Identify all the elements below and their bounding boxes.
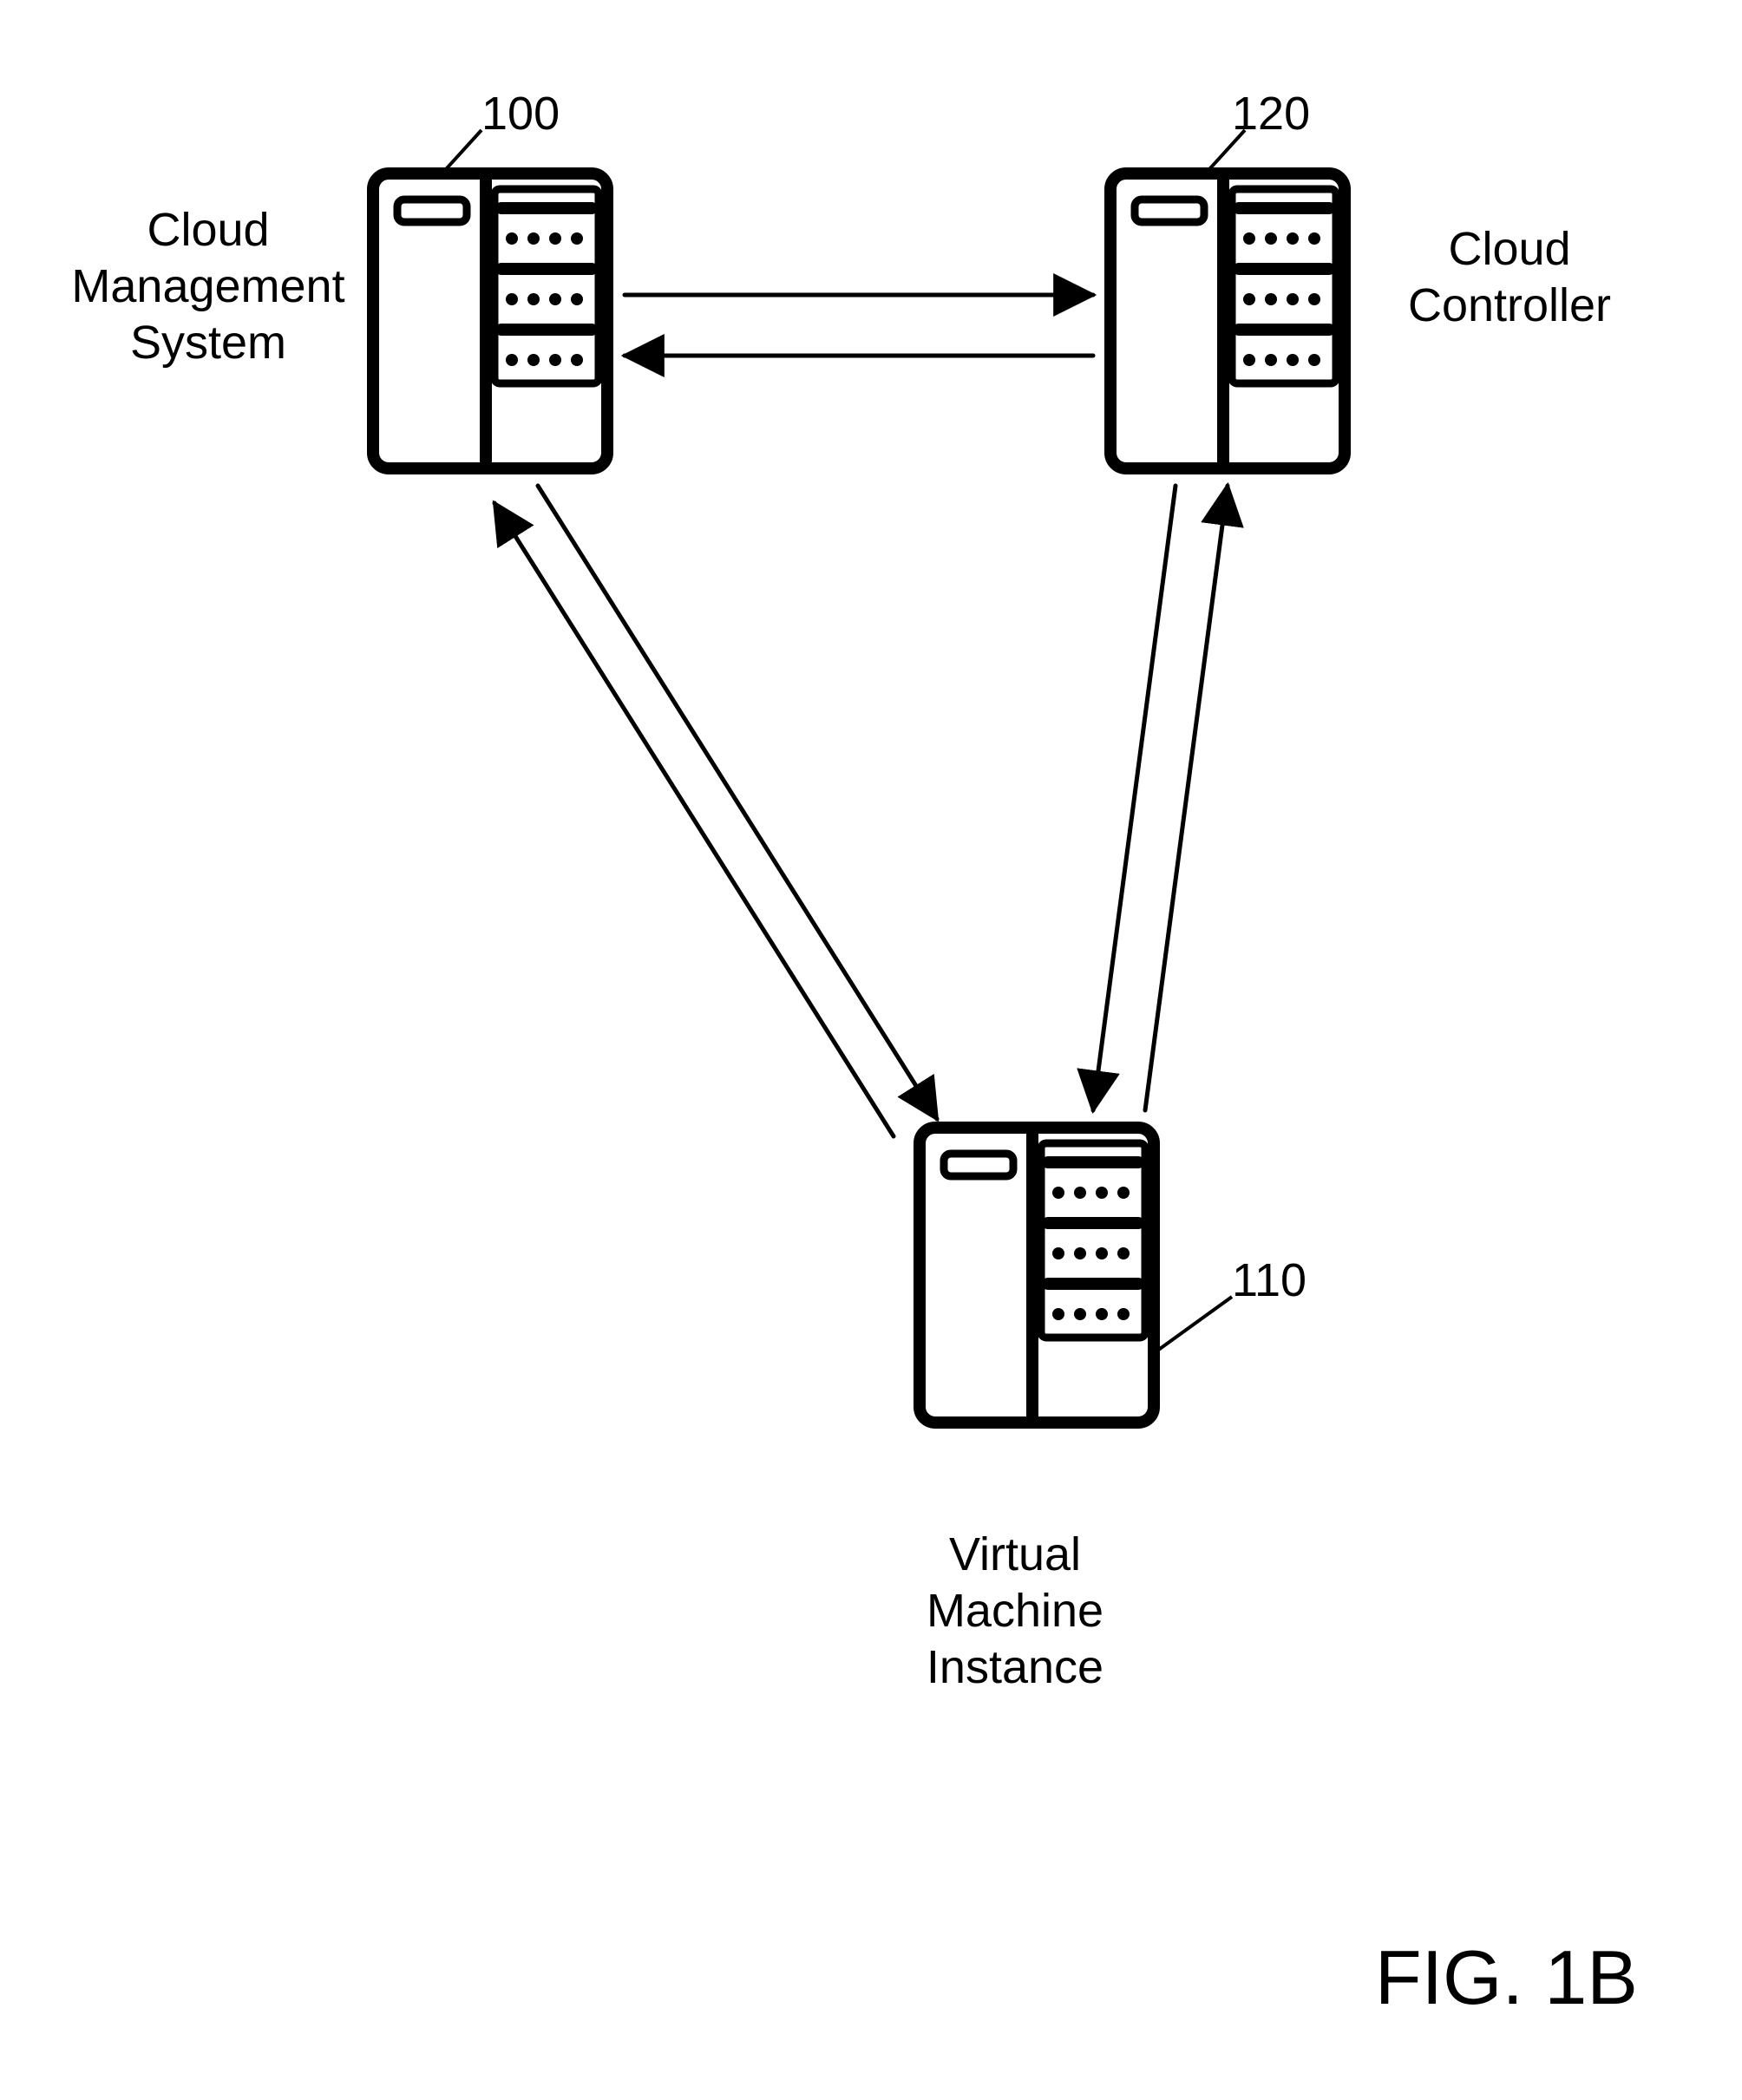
label-vmi: Virtual Machine Instance (885, 1527, 1145, 1695)
arrow-vmi-to-cms (494, 503, 894, 1136)
server-icon-cc (1110, 173, 1345, 468)
server-icon-cms (373, 173, 607, 468)
arrow-vmi-to-cc (1145, 486, 1228, 1110)
leader-vmi (1154, 1297, 1232, 1353)
label-cc: Cloud Controller (1371, 221, 1648, 334)
refnum-cc: 120 (1232, 87, 1310, 141)
label-cms: Cloud Management System (52, 202, 364, 370)
refnum-vmi: 110 (1232, 1253, 1306, 1307)
server-icon-vmi (920, 1128, 1154, 1423)
arrow-cc-to-vmi (1093, 486, 1176, 1110)
diagram-canvas: Cloud Management System Cloud Controller… (0, 0, 1742, 2100)
refnum-cms: 100 (481, 87, 560, 141)
leader-cms (438, 130, 481, 178)
figure-caption: FIG. 1B (1375, 1933, 1638, 2022)
arrow-cms-to-vmi (538, 486, 937, 1119)
